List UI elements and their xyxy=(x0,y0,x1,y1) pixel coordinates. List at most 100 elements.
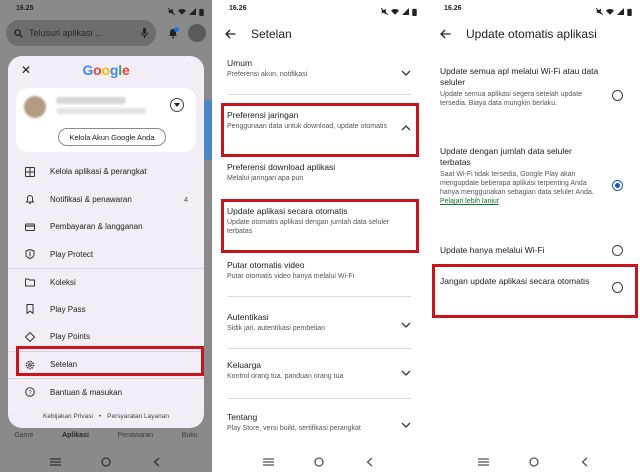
status-time: 16.26 xyxy=(444,5,462,12)
settings-item-autoplay-video[interactable]: Putar otomatis video Putar otomatis vide… xyxy=(213,260,425,286)
status-icons xyxy=(596,5,632,18)
play-store-menu-screen: 16.25 Telusuri aplikasi ... ✕ Google Kel… xyxy=(0,0,212,472)
menu-item-label: Play Protect xyxy=(50,249,94,259)
terms-of-service-link[interactable]: Persyaratan Layanan xyxy=(107,413,169,420)
menu-lines-icon xyxy=(49,458,61,466)
back-arrow-button[interactable] xyxy=(223,27,237,41)
menu-item-label: Koleksi xyxy=(50,277,76,287)
settings-item-title: Tentang xyxy=(227,412,258,422)
back-button[interactable] xyxy=(576,455,594,469)
home-button[interactable] xyxy=(310,455,328,469)
tab-apps[interactable]: Aplikasi xyxy=(62,432,89,450)
option-wifi-only[interactable]: Update hanya melalui Wi-Fi xyxy=(440,245,600,256)
settings-item-desc: Putar otomatis video hanya melalui Wi-Fi xyxy=(227,273,355,280)
chevron-left-icon xyxy=(366,457,373,467)
chevron-down-icon xyxy=(401,320,411,330)
home-circle-icon xyxy=(314,457,324,467)
menu-item-payments[interactable]: Pembayaran & langganan xyxy=(8,213,204,241)
option-title: Update dengan jumlah data seluler terbat… xyxy=(440,146,572,167)
menu-item-manage-apps[interactable]: Kelola aplikasi & perangkat xyxy=(8,158,204,186)
auto-update-apps-screen: 16.26 Update otomatis aplikasi Update se… xyxy=(428,0,640,472)
notification-bell-button[interactable] xyxy=(162,22,184,44)
radio-wifi-only[interactable] xyxy=(612,245,623,256)
arrow-left-icon xyxy=(439,29,450,39)
menu-lines-icon xyxy=(477,458,489,466)
home-circle-icon xyxy=(529,457,539,467)
recents-button[interactable] xyxy=(46,455,64,469)
tab-games[interactable]: Game xyxy=(14,432,33,450)
mute-icon xyxy=(168,8,175,15)
radio-limited-mobile-data[interactable] xyxy=(612,180,623,191)
mic-icon[interactable] xyxy=(141,28,148,38)
status-bar: 16.26 xyxy=(428,0,640,18)
radio-wifi-or-mobile[interactable] xyxy=(612,90,623,101)
settings-item-about[interactable]: Tentang Play Store, versi build, sertifi… xyxy=(213,412,425,438)
home-button[interactable] xyxy=(525,455,543,469)
search-bar[interactable]: Telusuri aplikasi ... xyxy=(6,20,156,46)
wifi-icon xyxy=(606,9,614,15)
settings-screen: 16.26 Setelan Umum Preferensi akun, noti… xyxy=(213,0,425,472)
menu-item-play-protect[interactable]: Play Protect xyxy=(8,241,204,269)
manage-account-button[interactable]: Kelola Akun Google Anda xyxy=(58,128,166,146)
chevron-down-icon xyxy=(401,420,411,430)
divider xyxy=(227,398,411,399)
status-time: 16.26 xyxy=(229,5,247,12)
status-icons xyxy=(168,5,204,18)
account-switcher-button[interactable] xyxy=(170,98,184,112)
menu-item-collections[interactable]: Koleksi xyxy=(8,268,204,296)
settings-item-desc: Kontrol orang tua, panduan orang tua xyxy=(227,373,344,380)
back-button[interactable] xyxy=(148,455,166,469)
menu-item-help[interactable]: ? Bantuan & masukan xyxy=(8,378,204,406)
home-button[interactable] xyxy=(97,455,115,469)
chevron-left-icon xyxy=(581,457,588,467)
mute-icon xyxy=(596,8,603,15)
back-arrow-button[interactable] xyxy=(438,27,452,41)
settings-item-title: Umum xyxy=(227,58,253,68)
settings-item-download-preferences[interactable]: Preferensi download aplikasi Melalui jar… xyxy=(213,162,425,188)
divider xyxy=(227,94,411,95)
recents-button[interactable] xyxy=(474,455,492,469)
account-email-blurred xyxy=(56,108,146,114)
settings-item-family[interactable]: Keluarga Kontrol orang tua, panduan oran… xyxy=(213,360,425,386)
chevron-left-icon xyxy=(153,457,160,467)
bell-icon xyxy=(24,193,36,205)
settings-item-authentication[interactable]: Autentikasi Sidik jari, autentikasi pemb… xyxy=(213,312,425,338)
menu-item-play-pass[interactable]: Play Pass xyxy=(8,296,204,324)
system-nav-bar xyxy=(213,452,425,472)
bottom-tab-bar: Game Aplikasi Penawaran Buku xyxy=(0,432,212,450)
tab-offers[interactable]: Penawaran xyxy=(118,432,153,450)
menu-item-label: Bantuan & masukan xyxy=(50,387,123,397)
menu-item-notifications[interactable]: Notifikasi & penawaran 4 xyxy=(8,186,204,214)
status-bar: 16.26 xyxy=(213,0,425,18)
option-title: Update hanya melalui Wi-Fi xyxy=(440,245,545,255)
mute-icon xyxy=(381,8,388,15)
top-search-bar: Telusuri aplikasi ... xyxy=(0,18,212,48)
system-nav-bar xyxy=(428,452,640,472)
menu-item-label: Play Points xyxy=(50,332,91,342)
tab-books[interactable]: Buku xyxy=(182,432,198,450)
recents-button[interactable] xyxy=(259,455,277,469)
option-wifi-or-mobile[interactable]: Update semua apl melalui Wi-Fi atau data… xyxy=(440,66,600,108)
settings-item-title: Putar otomatis video xyxy=(227,260,305,270)
chevron-down-icon xyxy=(401,68,411,78)
folder-icon xyxy=(24,276,36,288)
close-button[interactable]: ✕ xyxy=(20,64,32,76)
option-title: Update semua apl melalui Wi-Fi atau data… xyxy=(440,66,599,87)
option-limited-mobile-data[interactable]: Update dengan jumlah data seluler terbat… xyxy=(440,146,600,206)
avatar[interactable] xyxy=(188,24,206,42)
learn-more-link[interactable]: Pelajari lebih lanjut xyxy=(440,198,499,205)
status-bar: 16.25 xyxy=(0,0,212,18)
back-button[interactable] xyxy=(361,455,379,469)
settings-item-general[interactable]: Umum Preferensi akun, notifikasi xyxy=(213,58,425,88)
help-icon: ? xyxy=(24,386,36,398)
account-card: Kelola Akun Google Anda xyxy=(16,88,196,152)
chevron-down-icon xyxy=(401,368,411,378)
settings-item-title: Keluarga xyxy=(227,360,262,370)
privacy-policy-link[interactable]: Kebijakan Privasi xyxy=(43,413,93,420)
diamond-icon xyxy=(24,331,36,343)
menu-item-label: Pembayaran & langganan xyxy=(50,222,143,232)
account-name-blurred xyxy=(56,97,126,104)
divider xyxy=(227,348,411,349)
settings-item-title: Autentikasi xyxy=(227,312,269,322)
signal-icon xyxy=(189,8,196,15)
